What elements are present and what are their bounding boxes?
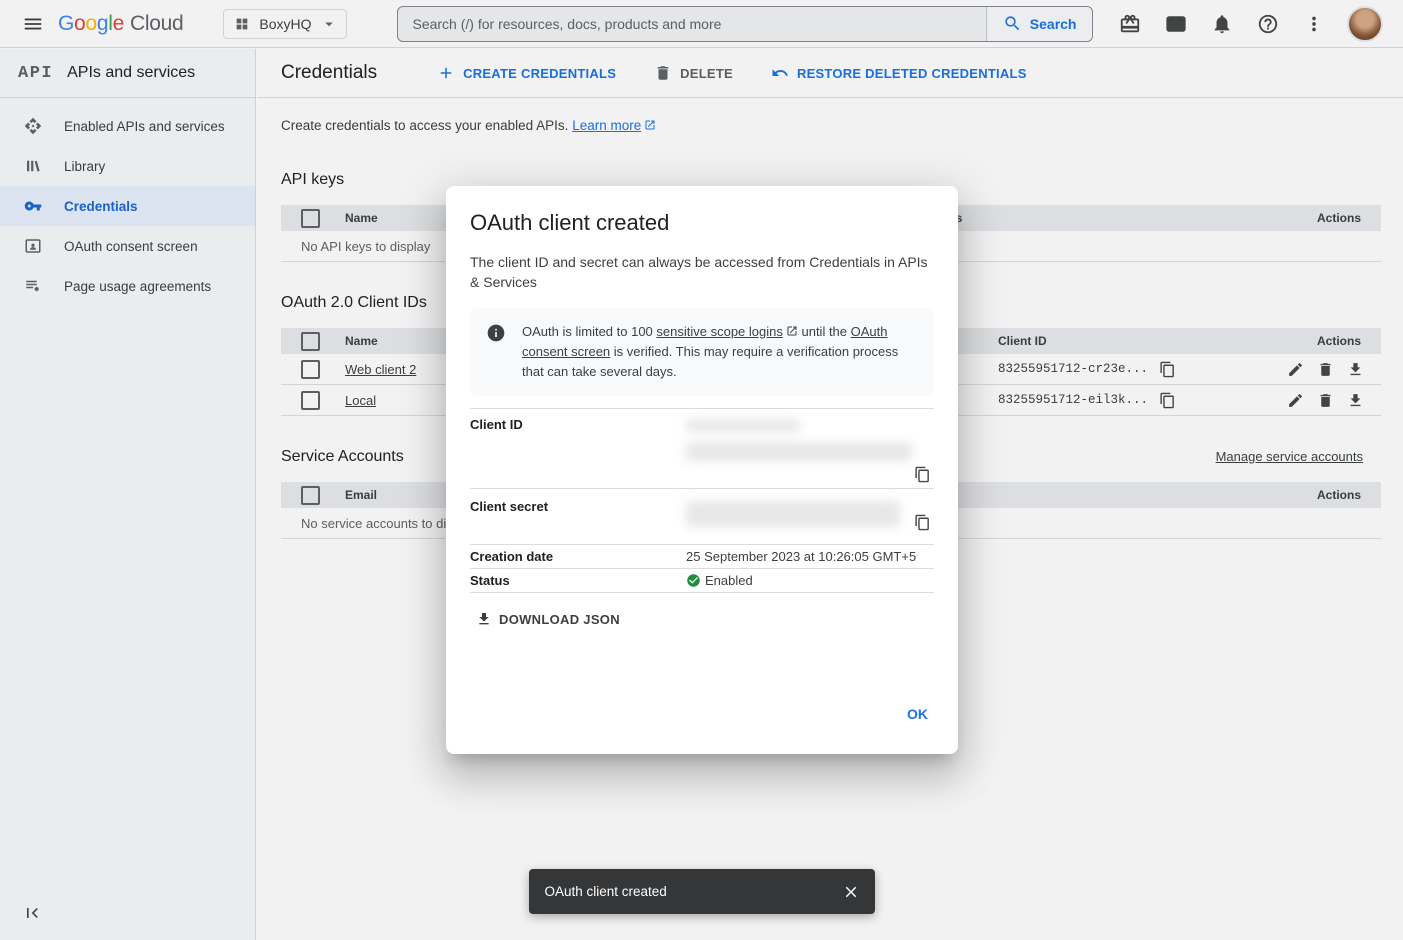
download-json-button[interactable]: DOWNLOAD JSON (468, 605, 628, 633)
client-id-label: Client ID (470, 417, 686, 488)
download-icon (476, 611, 492, 627)
status-label: Status (470, 573, 686, 588)
dialog-footer: OK (470, 698, 934, 730)
client-secret-label: Client secret (470, 499, 686, 536)
client-id-row: Client ID (470, 409, 934, 489)
status-value: Enabled (705, 573, 753, 588)
client-id-redacted-line (686, 419, 800, 432)
dialog-title: OAuth client created (470, 210, 934, 236)
copy-client-id-button[interactable] (910, 462, 934, 486)
check-circle-icon (686, 573, 701, 588)
google-cloud-console: Google Cloud BoxyHQ Search (0, 0, 1403, 940)
snackbar: OAuth client created (529, 869, 875, 914)
copy-icon (914, 514, 931, 531)
creation-date-row: Creation date 25 September 2023 at 10:26… (470, 545, 934, 569)
creation-date-label: Creation date (470, 549, 686, 564)
client-secret-redacted (686, 501, 900, 527)
copy-client-secret-button[interactable] (910, 510, 934, 534)
snackbar-message: OAuth client created (545, 884, 833, 899)
sensitive-scope-logins-link[interactable]: sensitive scope logins (656, 324, 797, 339)
copy-icon (914, 466, 931, 483)
dialog-fields: Client ID Client secret Creation date 25… (470, 408, 934, 593)
ok-button[interactable]: OK (901, 698, 934, 730)
external-link-icon (786, 325, 798, 337)
status-row: Status Enabled (470, 569, 934, 593)
close-icon (842, 883, 860, 901)
dialog-description: The client ID and secret can always be a… (470, 252, 934, 292)
client-secret-row: Client secret (470, 489, 934, 545)
notice-text: OAuth is limited to 100 sensitive scope … (522, 322, 918, 382)
info-icon (486, 323, 506, 343)
oauth-client-created-dialog: OAuth client created The client ID and s… (446, 186, 958, 754)
snackbar-close-button[interactable] (833, 874, 869, 910)
creation-date-value: 25 September 2023 at 10:26:05 GMT+5 (686, 549, 934, 564)
dialog-notice: OAuth is limited to 100 sensitive scope … (470, 308, 934, 396)
client-id-redacted-line (686, 442, 912, 461)
